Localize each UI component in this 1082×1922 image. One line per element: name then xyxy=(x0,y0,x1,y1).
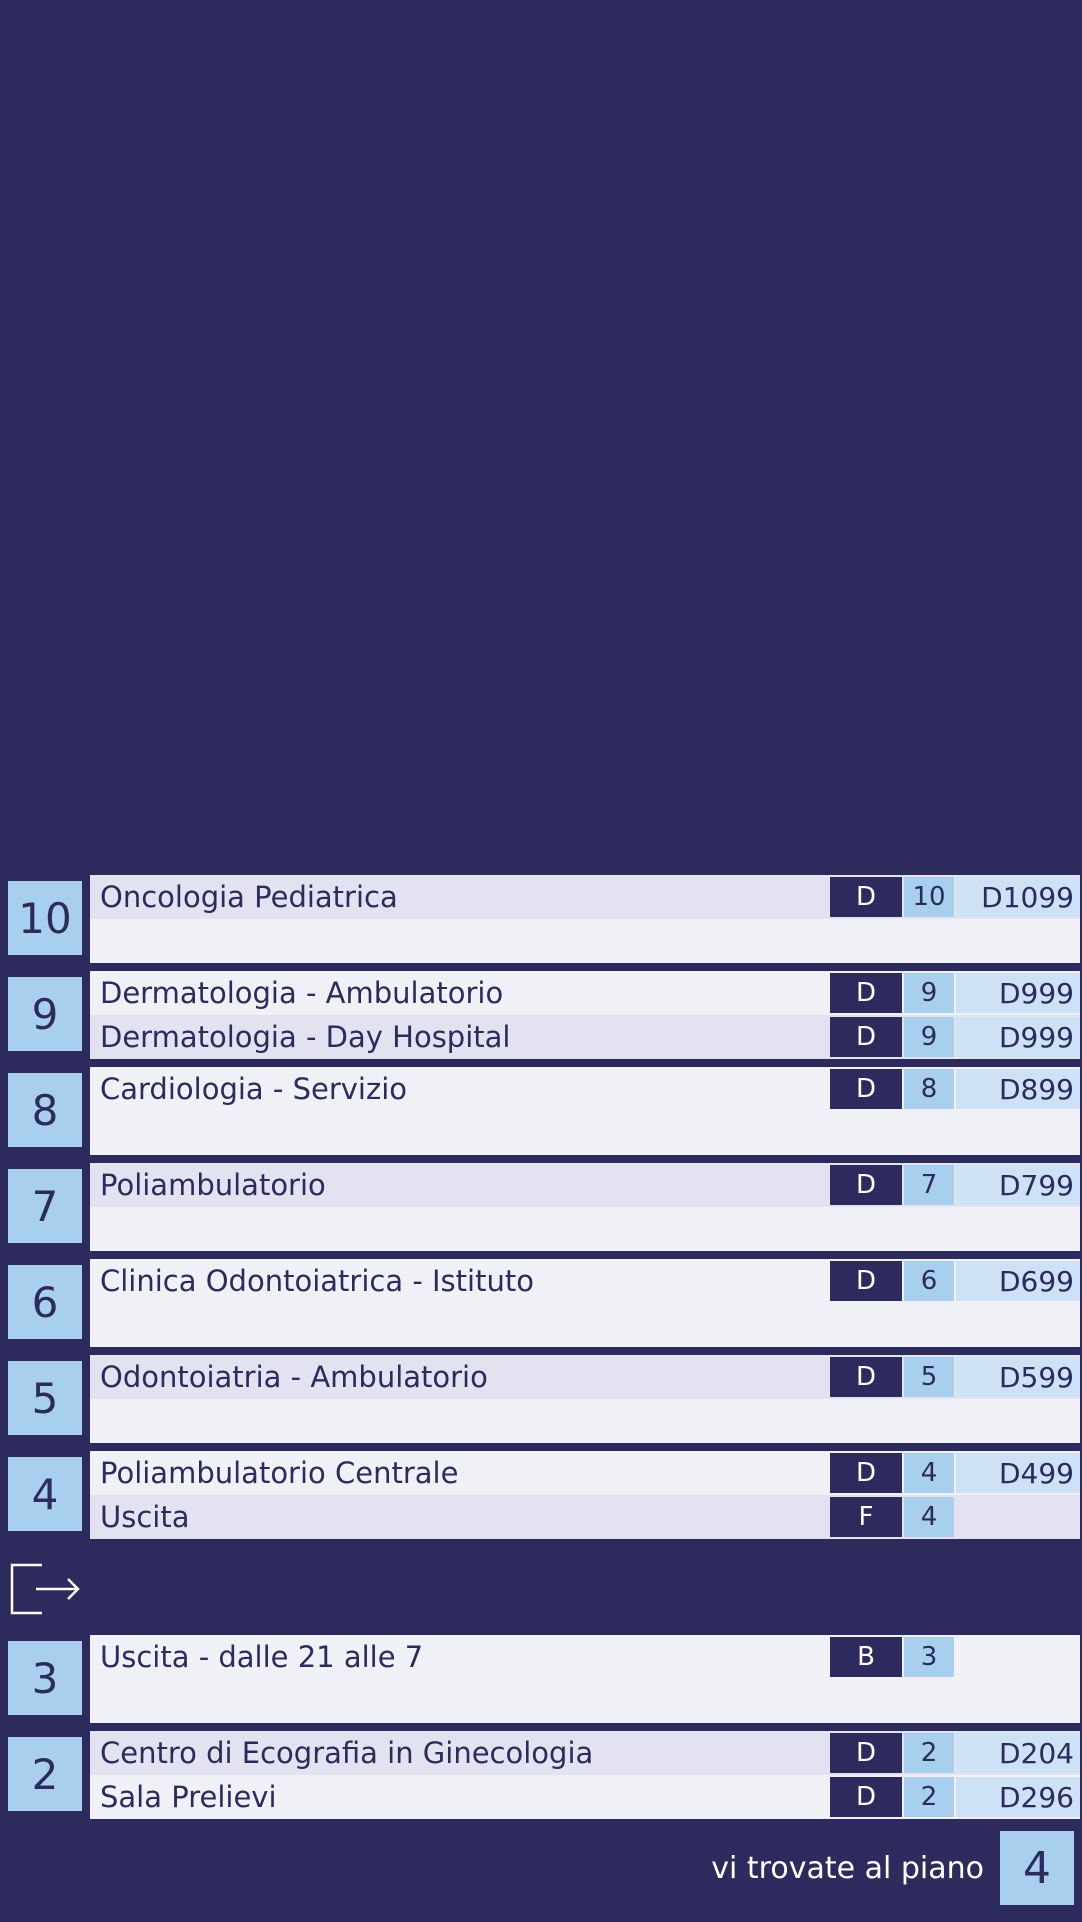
directory-entry: Clinica Odontoiatrica - Istituto D 6 D699 xyxy=(90,1259,1080,1303)
building-badge: D xyxy=(830,1357,902,1397)
floor-block-4: 4 Poliambulatorio Centrale D 4 D499 Uscita F 4 xyxy=(0,1451,1082,1539)
room-code: D599 xyxy=(956,1357,1080,1397)
directory-entry: Dermatologia - Day Hospital D 9 D999 xyxy=(90,1015,1080,1059)
building-badge: D xyxy=(830,1165,902,1205)
floor-badge: 5 xyxy=(904,1357,954,1397)
empty-row xyxy=(90,1111,1080,1155)
floor-number: 6 xyxy=(8,1265,82,1339)
entry-name: Uscita xyxy=(100,1500,190,1534)
floor-badge: 9 xyxy=(904,973,954,1013)
empty-row xyxy=(90,1303,1080,1347)
floor-number: 10 xyxy=(8,881,82,955)
directory-entry: Dermatologia - Ambulatorio D 9 D999 xyxy=(90,971,1080,1015)
floor-entries: Odontoiatria - Ambulatorio D 5 D599 xyxy=(90,1355,1080,1443)
floor-number: 4 xyxy=(8,1457,82,1531)
floor-entries: Dermatologia - Ambulatorio D 9 D999 Dermatol… xyxy=(90,971,1080,1059)
floor-block-3: 3 Uscita - dalle 21 alle 7B3 xyxy=(0,1635,1082,1723)
building-badge: D xyxy=(830,1017,902,1057)
floor-badge: 4 xyxy=(904,1497,954,1537)
floor-badge: 6 xyxy=(904,1261,954,1301)
entry-name: Poliambulatorio xyxy=(100,1168,326,1202)
directory-entry: Uscita F 4 xyxy=(90,1495,1080,1539)
floor-number: 7 xyxy=(8,1169,82,1243)
floor-number: 9 xyxy=(8,977,82,1051)
room-code: D999 xyxy=(956,973,1080,1013)
room-code: D699 xyxy=(956,1261,1080,1301)
entry-name: Centro di Ecografia in Ginecologia xyxy=(100,1736,594,1770)
floor-badge: 10 xyxy=(904,877,954,917)
floor-directory: 10 Oncologia Pediatrica D 10 D1099 9 Dermatolo… xyxy=(0,875,1082,1827)
floor-entries: Cardiologia - Servizio D 8 D899 xyxy=(90,1067,1080,1155)
building-badge: F xyxy=(830,1497,902,1537)
room-code xyxy=(956,1637,1080,1677)
floor-entries: Oncologia Pediatrica D 10 D1099 xyxy=(90,875,1080,963)
floor-entries: Uscita - dalle 21 alle 7 B3 xyxy=(90,1635,1080,1723)
building-badge: B xyxy=(830,1637,902,1677)
room-code: D204 xyxy=(956,1733,1080,1773)
floor-number: 8 xyxy=(8,1073,82,1147)
room-code: D999 xyxy=(956,1017,1080,1057)
floor-block-6: 6 Clinica Odontoiatrica - Istituto D 6 D699 xyxy=(0,1259,1082,1347)
building-badge: D xyxy=(830,1777,902,1817)
you-are-here-label: vi trovate al piano xyxy=(711,1850,984,1886)
directory-entry: Odontoiatria - Ambulatorio D 5 D599 xyxy=(90,1355,1080,1399)
building-badge: D xyxy=(830,1069,902,1109)
entry-name: Oncologia Pediatrica xyxy=(100,880,398,914)
entry-name: Poliambulatorio Centrale xyxy=(100,1456,459,1490)
building-badge: D xyxy=(830,1261,902,1301)
entry-name: Odontoiatria - Ambulatorio xyxy=(100,1360,488,1394)
room-code: D799 xyxy=(956,1165,1080,1205)
floor-badge: 7 xyxy=(904,1165,954,1205)
building-badge: D xyxy=(830,1453,902,1493)
floor-entries: Clinica Odontoiatrica - Istituto D 6 D699 xyxy=(90,1259,1080,1347)
directory-entry: Oncologia Pediatrica D 10 D1099 xyxy=(90,875,1080,919)
floor-block-7: 7 Poliambulatorio D 7 D799 xyxy=(0,1163,1082,1251)
floor-block-9: 9 Dermatologia - Ambulatorio D 9 D999 Dermato… xyxy=(0,971,1082,1059)
empty-row xyxy=(90,1679,1080,1723)
empty-row xyxy=(90,919,1080,963)
room-code xyxy=(956,1497,1080,1537)
floor-entries: Poliambulatorio Centrale D 4 D499 Uscita F 4 xyxy=(90,1451,1080,1539)
entry-name: Clinica Odontoiatrica - Istituto xyxy=(100,1264,534,1298)
directory-entry: Centro di Ecografia in Ginecologia D 2 D204 xyxy=(90,1731,1080,1775)
room-code: D296 xyxy=(956,1777,1080,1817)
empty-row xyxy=(90,1399,1080,1443)
floor-number: 3 xyxy=(8,1641,82,1715)
directory-entry: Poliambulatorio Centrale D 4 D499 xyxy=(90,1451,1080,1495)
floor-number: 2 xyxy=(8,1737,82,1811)
floor-entries: Centro di Ecografia in Ginecologia D 2 D204… xyxy=(90,1731,1080,1819)
entry-name: Dermatologia - Day Hospital xyxy=(100,1020,511,1054)
building-badge: D xyxy=(830,1733,902,1773)
current-floor-badge: 4 xyxy=(1000,1831,1074,1905)
directory-entry: Poliambulatorio D 7 D799 xyxy=(90,1163,1080,1207)
building-badge: D xyxy=(830,973,902,1013)
floor-badge: 4 xyxy=(904,1453,954,1493)
floor-block-5: 5 Odontoiatria - Ambulatorio D 5 D599 xyxy=(0,1355,1082,1443)
entry-name: Uscita - dalle 21 alle 7 xyxy=(100,1640,424,1674)
room-code: D899 xyxy=(956,1069,1080,1109)
floor-badge: 9 xyxy=(904,1017,954,1057)
entry-name: Dermatologia - Ambulatorio xyxy=(100,976,504,1010)
room-code: D1099 xyxy=(956,877,1080,917)
floor-number: 5 xyxy=(8,1361,82,1435)
directory-entry: Sala Prelievi D 2 D296 xyxy=(90,1775,1080,1819)
you-are-here-footer: vi trovate al piano 4 xyxy=(0,1814,1082,1922)
floor-entries: Poliambulatorio D 7 D799 xyxy=(90,1163,1080,1251)
directory-entry: Cardiologia - Servizio D 8 D899 xyxy=(90,1067,1080,1111)
floor-badge: 3 xyxy=(904,1637,954,1677)
entry-name: Sala Prelievi xyxy=(100,1780,277,1814)
floor-badge: 2 xyxy=(904,1777,954,1817)
floor-block-10: 10 Oncologia Pediatrica D 10 D1099 xyxy=(0,875,1082,963)
building-badge: D xyxy=(830,877,902,917)
floor-block-8: 8 Cardiologia - Servizio D 8 D899 xyxy=(0,1067,1082,1155)
empty-row xyxy=(90,1207,1080,1251)
floor-badge: 2 xyxy=(904,1733,954,1773)
exit-band xyxy=(0,1547,1082,1627)
exit-icon xyxy=(10,1563,80,1615)
floor-badge: 8 xyxy=(904,1069,954,1109)
room-code: D499 xyxy=(956,1453,1080,1493)
directory-entry: Uscita - dalle 21 alle 7 B3 xyxy=(90,1635,1080,1679)
entry-name: Cardiologia - Servizio xyxy=(100,1072,407,1106)
floor-block-2: 2 Centro di Ecografia in Ginecologia D 2 D20… xyxy=(0,1731,1082,1819)
